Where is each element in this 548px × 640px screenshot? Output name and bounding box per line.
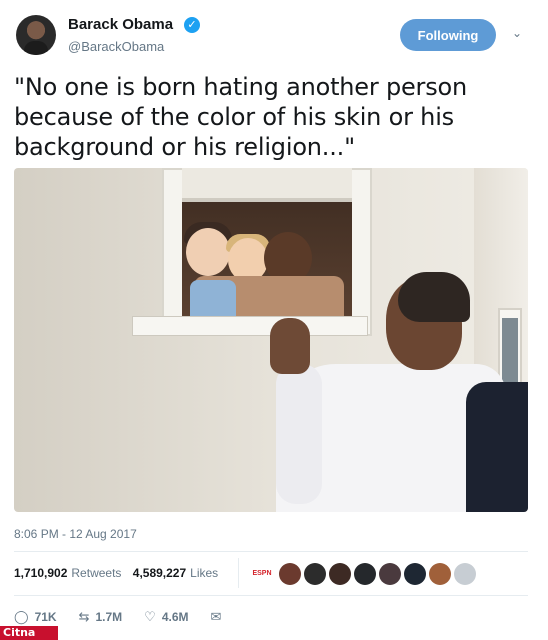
envelope-icon: ✉	[210, 609, 222, 624]
tweet-actions: ◯ 71K ⇆ 1.7M ♡ 4.6M ✉	[14, 607, 249, 627]
tweet-header: Barack Obama ✓ @BarackObama Following ⌄	[0, 0, 548, 70]
chevron-down-icon[interactable]: ⌄	[512, 26, 522, 40]
likes-label: Likes	[190, 566, 219, 580]
reply-count: 71K	[34, 610, 57, 624]
photo-man-arm	[276, 364, 322, 504]
liker-avatar[interactable]	[429, 563, 451, 585]
heart-icon: ♡	[144, 609, 156, 624]
user-handle[interactable]: @BarackObama	[68, 39, 164, 54]
retweet-count: 1.7M	[95, 610, 123, 624]
watermark-logo: Citna	[0, 626, 58, 640]
stats-separator	[238, 558, 239, 588]
liker-avatar[interactable]	[354, 563, 376, 585]
retweet-button[interactable]: ⇆ 1.7M	[79, 609, 123, 625]
liker-avatar[interactable]	[304, 563, 326, 585]
verified-badge-icon: ✓	[184, 17, 200, 33]
retweet-icon: ⇆	[78, 609, 90, 624]
liker-avatar-espn[interactable]: ESPN	[250, 566, 274, 582]
like-count: 4.6M	[161, 610, 189, 624]
liker-avatar[interactable]	[279, 563, 301, 585]
photo-child	[186, 228, 230, 276]
like-button[interactable]: ♡ 4.6M	[144, 609, 188, 625]
retweets-count: 1,710,902	[14, 566, 68, 580]
liker-avatar[interactable]	[404, 563, 426, 585]
tweet-stats: 1,710,902 Retweets 4,589,227 Likes	[14, 566, 226, 580]
avatar[interactable]	[16, 15, 56, 55]
photo-window-sill	[132, 316, 368, 336]
photo-man-hand	[270, 318, 310, 374]
photo-window-sash	[182, 168, 352, 202]
likers-avatars: ESPN	[250, 562, 476, 586]
tweet-photo[interactable]	[14, 168, 528, 512]
retweets-stat[interactable]: 1,710,902 Retweets	[14, 566, 121, 580]
following-button[interactable]: Following	[400, 19, 496, 51]
photo-man-hair	[398, 272, 470, 322]
photo-man-jacket	[466, 382, 528, 512]
reply-button[interactable]: ◯ 71K	[14, 609, 57, 625]
tweet-text: "No one is born hating another person be…	[14, 73, 468, 161]
retweets-label: Retweets	[71, 566, 122, 580]
liker-avatar[interactable]	[454, 563, 476, 585]
liker-avatar[interactable]	[379, 563, 401, 585]
tweet-timestamp[interactable]: 8:06 PM - 12 Aug 2017	[14, 527, 137, 541]
liker-avatar[interactable]	[329, 563, 351, 585]
divider	[14, 595, 528, 596]
display-name[interactable]: Barack Obama	[68, 16, 173, 33]
photo-child-shirt	[190, 280, 236, 318]
direct-message-button[interactable]: ✉	[211, 609, 228, 625]
likes-stat[interactable]: 4,589,227 Likes	[133, 566, 218, 580]
reply-icon: ◯	[14, 609, 29, 624]
likes-count: 4,589,227	[132, 566, 187, 580]
divider	[14, 551, 528, 552]
